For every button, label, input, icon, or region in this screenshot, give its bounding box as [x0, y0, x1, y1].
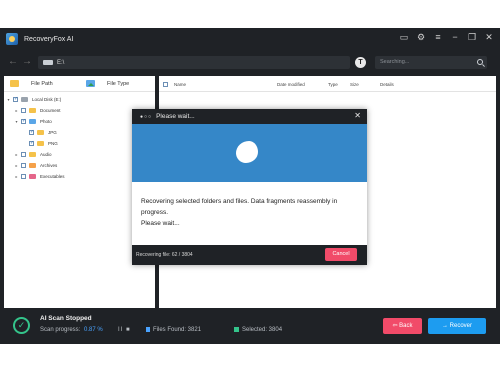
tree-item-checkbox[interactable] [21, 118, 26, 124]
folder-tree-header: File Path File Type [4, 76, 155, 92]
dialog-title-bar: ●○○ Please wait... ✕ [132, 109, 367, 124]
folder-icon [37, 141, 44, 146]
select-all-checkbox[interactable] [163, 82, 168, 87]
folder-icon [29, 152, 36, 157]
tree-item-checkbox[interactable] [21, 174, 26, 179]
search-input[interactable]: Searching... [375, 56, 487, 69]
collapsed-arrow-icon[interactable]: ▸ [14, 108, 19, 113]
file-icon [146, 327, 150, 332]
folder-icon [29, 119, 36, 124]
col-details[interactable]: Details [380, 82, 394, 87]
forward-arrow-icon[interactable]: → [22, 57, 32, 67]
scan-progress-value: 0.87 % [84, 327, 103, 333]
close-icon[interactable]: ✕ [484, 32, 494, 42]
pause-stop-controls[interactable]: II ■ [118, 327, 131, 333]
title-bar: RecoveryFox AI ▭ ⚙ ≡ − ❐ ✕ [0, 28, 500, 50]
col-type[interactable]: Type [328, 82, 338, 87]
dialog-footer: Recovering file: 62 / 3804 Cancel [132, 245, 367, 265]
tree-item-label: Photo [40, 119, 52, 124]
tree-item-label: PNG [48, 141, 58, 146]
tree-item-checkbox[interactable] [21, 163, 26, 168]
col-file-type[interactable]: File Type [107, 81, 129, 87]
file-list-header: Name Date modified Type Size Details [159, 76, 496, 92]
restore-icon[interactable]: ❐ [467, 32, 477, 42]
back-button-label: Back [399, 323, 413, 329]
tree-item-checkbox[interactable] [21, 108, 26, 113]
dialog-title: Please wait... [156, 113, 195, 120]
tree-item-label: Executables [40, 174, 65, 179]
file-path-folder-icon [10, 80, 19, 87]
title-bar-controls: ▭ ⚙ ≡ − ❐ ✕ [399, 32, 494, 42]
scan-progress-label: Scan progress: [40, 327, 81, 333]
col-file-path[interactable]: File Path [31, 81, 53, 87]
expanded-arrow-icon[interactable]: ▾ [6, 97, 11, 102]
loading-dots-icon: ●○○ [140, 113, 153, 120]
search-placeholder: Searching... [380, 59, 410, 65]
selected-count: Selected: 3804 [234, 327, 282, 333]
loading-animation-icon [236, 141, 258, 163]
recover-button-label: Recover [449, 323, 472, 329]
dialog-close-icon[interactable]: ✕ [354, 112, 361, 120]
minimize-icon[interactable]: − [450, 32, 460, 42]
menu-icon[interactable]: ≡ [433, 32, 443, 42]
col-date-modified[interactable]: Date modified [277, 82, 305, 87]
app-title: RecoveryFox AI [24, 35, 74, 43]
check-icon: ✓ [13, 317, 30, 334]
back-button[interactable]: ⇦ Back [383, 318, 422, 334]
please-wait-dialog: ●○○ Please wait... ✕ Recovering selected… [132, 109, 367, 265]
recover-button[interactable]: → Recover [428, 318, 486, 334]
selected-text: Selected: 3804 [242, 327, 283, 334]
navigation-row: ← → E:\ T Searching... [0, 52, 500, 72]
collapsed-arrow-icon[interactable]: ▸ [14, 174, 19, 179]
cancel-button[interactable]: Cancel [325, 248, 357, 261]
target-icon[interactable]: T [355, 57, 366, 68]
dialog-message-line2: Please wait... [141, 220, 180, 227]
collapsed-arrow-icon[interactable]: ▸ [14, 152, 19, 157]
back-arrow-icon[interactable]: ← [8, 57, 18, 67]
tree-item-label: Audio [40, 152, 52, 157]
recovering-status: Recovering file: 62 / 3804 [136, 252, 193, 258]
dialog-message-line1: Recovering selected folders and files. D… [141, 198, 338, 216]
files-found: Files Found: 3821 [146, 327, 201, 333]
folder-icon [29, 174, 36, 179]
status-bar: ✓ AI Scan Stopped Scan progress: 0.87 % … [0, 308, 500, 344]
tree-item-label: Local Disk (E:) [32, 97, 62, 102]
app-logo-icon [6, 33, 18, 45]
tree-item[interactable]: ▾ Local Disk (E:) [4, 94, 155, 105]
folder-icon [29, 163, 36, 168]
tree-item-checkbox[interactable] [29, 140, 34, 146]
folder-icon [29, 108, 36, 113]
files-found-text: Files Found: 3821 [153, 327, 202, 334]
col-name[interactable]: Name [174, 82, 186, 87]
chat-icon[interactable]: ▭ [399, 32, 409, 42]
collapsed-arrow-icon[interactable]: ▸ [14, 163, 19, 168]
tree-item-label: Document [40, 108, 61, 113]
tree-item-checkbox[interactable] [21, 152, 26, 157]
tree-item-checkbox[interactable] [13, 96, 18, 102]
expanded-arrow-icon[interactable]: ▾ [14, 119, 19, 124]
path-bar[interactable]: E:\ [38, 56, 350, 69]
dialog-message: Recovering selected folders and files. D… [132, 182, 367, 253]
file-type-image-icon [86, 80, 95, 87]
tree-item-checkbox[interactable] [29, 129, 34, 135]
col-size[interactable]: Size [350, 82, 359, 87]
folder-icon [21, 97, 28, 102]
drive-icon [43, 60, 53, 65]
search-icon[interactable] [477, 59, 483, 65]
folder-icon [37, 130, 44, 135]
settings-icon[interactable]: ⚙ [416, 32, 426, 42]
tree-item-label: JPG [48, 130, 57, 135]
scan-status-title: AI Scan Stopped [40, 315, 92, 322]
dialog-banner [132, 124, 367, 182]
path-text: E:\ [57, 59, 65, 66]
selected-checkbox-icon [234, 327, 239, 332]
tree-item-label: Archives [40, 163, 58, 168]
